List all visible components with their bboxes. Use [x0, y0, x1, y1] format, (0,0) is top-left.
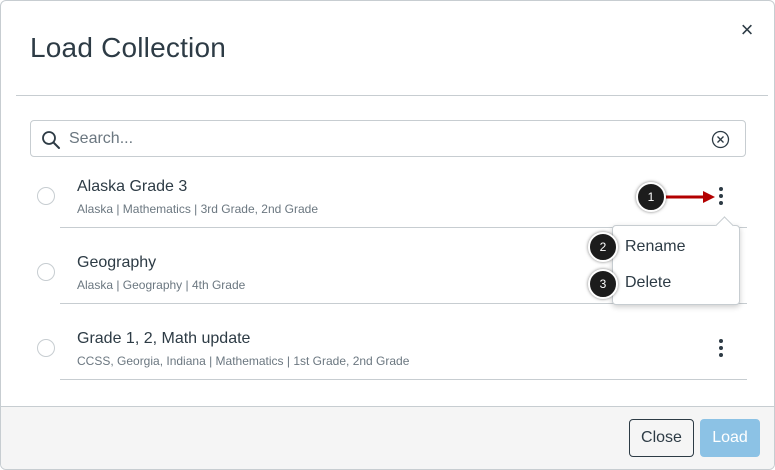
search-input[interactable] — [69, 121, 699, 156]
callout-badge: 1 — [636, 182, 666, 212]
collection-radio[interactable] — [37, 339, 55, 357]
clear-circle-icon[interactable] — [711, 130, 730, 149]
menu-item-delete[interactable]: Delete — [625, 274, 671, 292]
collection-title: Grade 1, 2, Math update — [77, 330, 251, 347]
menu-item-rename[interactable]: Rename — [625, 238, 685, 256]
collection-meta: Alaska | Geography | 4th Grade — [77, 278, 246, 292]
load-collection-dialog: Load Collection × Alaska Grade 3 Alaska … — [0, 0, 775, 470]
dialog-title: Load Collection — [30, 32, 227, 63]
close-icon[interactable]: × — [736, 19, 758, 41]
collection-radio[interactable] — [37, 263, 55, 281]
collection-options-menu: Rename Delete — [612, 225, 740, 305]
kebab-menu-icon[interactable] — [711, 336, 731, 360]
callout-arrow — [665, 191, 715, 203]
close-button[interactable]: Close — [629, 419, 694, 457]
callout-badge: 2 — [588, 232, 618, 262]
collection-title: Geography — [77, 254, 157, 271]
collection-meta: Alaska | Mathematics | 3rd Grade, 2nd Gr… — [77, 202, 319, 216]
search-box — [30, 120, 746, 157]
callout-badge: 3 — [588, 269, 618, 299]
collection-title: Alaska Grade 3 — [77, 178, 188, 195]
search-icon — [42, 131, 60, 149]
load-button[interactable]: Load — [700, 419, 760, 457]
header-divider — [16, 95, 768, 96]
collection-radio[interactable] — [37, 187, 55, 205]
collection-meta: CCSS, Georgia, Indiana | Mathematics | 1… — [77, 354, 410, 368]
